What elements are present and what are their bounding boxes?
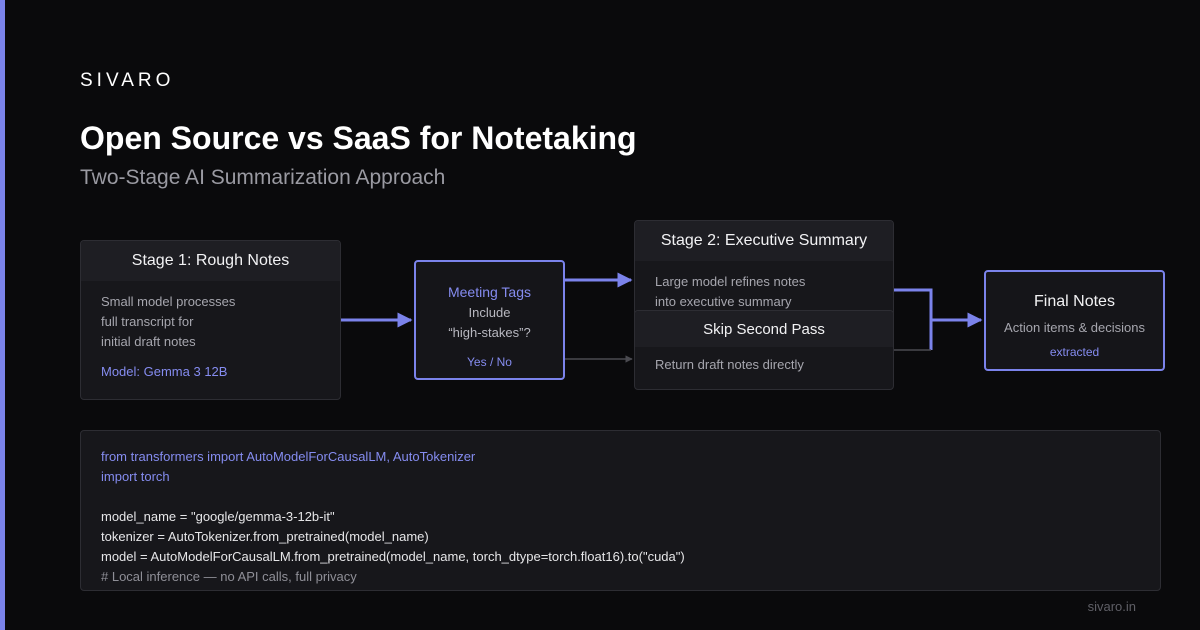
tags-choice: Yes / No <box>467 355 512 369</box>
skip-body: Return draft notes directly <box>655 357 804 372</box>
stage2-body: Large model refines notes into executive… <box>655 274 806 309</box>
tags-question-line1: Include <box>468 305 511 320</box>
connector-stage2-to-merge <box>894 288 933 350</box>
code-comment-line: # Local inference — no API calls, full p… <box>101 569 357 584</box>
stage2-title: Stage 2: Executive Summary <box>635 221 893 261</box>
code-line: import torch <box>101 469 170 484</box>
meeting-tags-decision: Meeting Tags Include “high-stakes”? Yes … <box>414 260 565 380</box>
skip-second-pass-card: Skip Second Pass Return draft notes dire… <box>634 310 894 390</box>
final-description: Action items & decisions <box>1004 320 1145 335</box>
skip-title: Skip Second Pass <box>635 311 893 347</box>
code-line: from transformers import AutoModelForCau… <box>101 449 476 464</box>
code-line: model_name = "google/gemma-3-12b-it" <box>101 509 335 524</box>
footer-url[interactable]: sivaro.in <box>1088 599 1136 614</box>
final-title: Final Notes <box>1034 293 1115 310</box>
stage1-body: Small model processes full transcript fo… <box>101 294 236 349</box>
stage1-model-label: Model: Gemma 3 12B <box>101 364 228 379</box>
final-extra: extracted <box>1049 345 1100 359</box>
stage1-title: Stage 1: Rough Notes <box>81 241 340 281</box>
stage1-card: Stage 1: Rough Notes Small model process… <box>80 240 341 400</box>
final-notes-card: Final Notes Action items & decisions ext… <box>984 270 1165 371</box>
code-line: model = AutoModelForCausalLM.from_pretra… <box>101 549 685 564</box>
tags-title: Meeting Tags <box>447 284 531 300</box>
code-line: tokenizer = AutoTokenizer.from_pretraine… <box>101 529 429 544</box>
tags-question-line2: “high-stakes”? <box>448 325 531 340</box>
code-block: from transformers import AutoModelForCau… <box>80 430 1161 591</box>
